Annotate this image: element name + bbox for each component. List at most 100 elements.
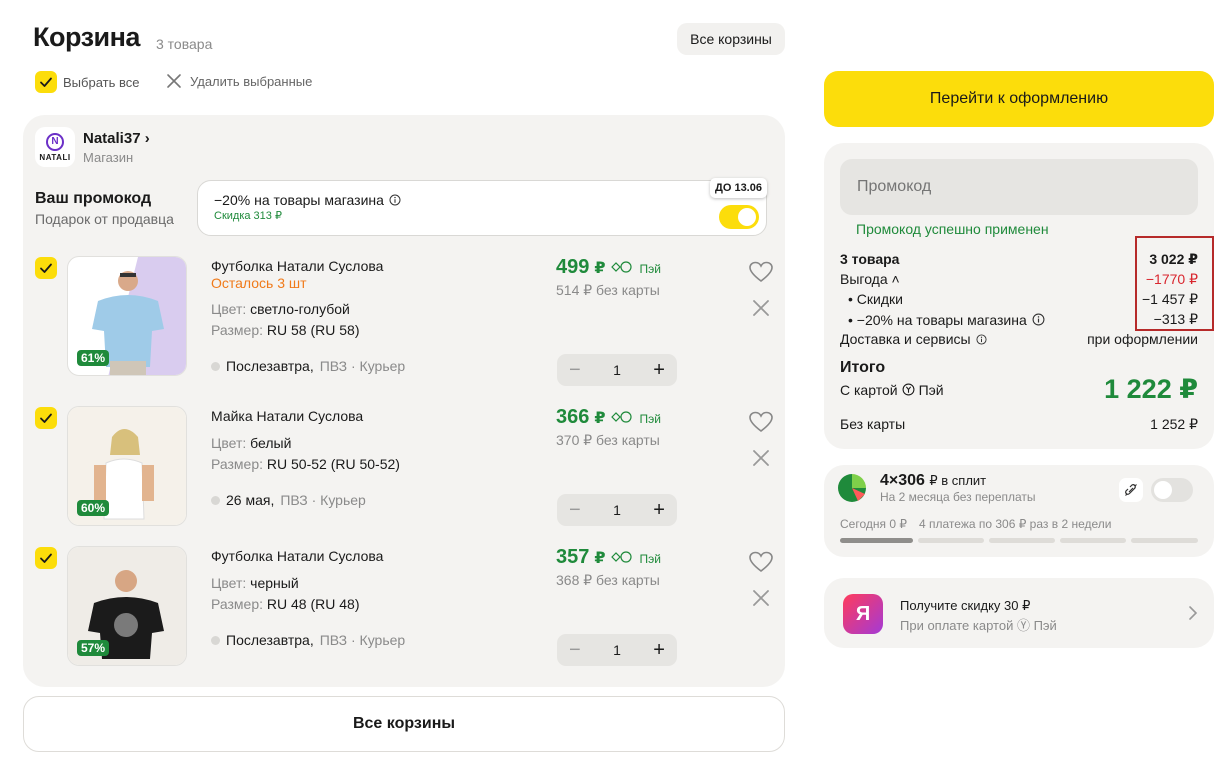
promo-text: −20% на товары магазина: [214, 192, 401, 208]
page-title: Корзина: [33, 22, 140, 52]
checkbox-checked-icon[interactable]: [35, 71, 57, 93]
quantity-stepper-2: − 1 +: [557, 494, 677, 526]
total-with-card-row: С картой Пэй 1 222 ₽: [840, 374, 1198, 404]
chevron-right-icon[interactable]: [1186, 605, 1200, 621]
summary-delivery-row: Доставка и сервисы при оформлении: [840, 331, 1198, 347]
close-icon: [167, 74, 181, 88]
card-offer-title: Получите скидку 30 ₽: [900, 598, 1031, 613]
promo-box: [197, 180, 767, 236]
promo-text-label: −20% на товары магазина: [214, 192, 384, 208]
split-title: 4×306 ₽ в сплит: [880, 472, 987, 489]
quantity-stepper-1: − 1 +: [557, 354, 677, 386]
split-plan: 4 платежа по 306 ₽ раз в 2 недели: [919, 517, 1112, 531]
heart-icon[interactable]: [749, 551, 773, 573]
item-delivery-3: Послезавтра, ПВЗ · Курьер: [211, 632, 405, 648]
item-image-1[interactable]: 61%: [67, 256, 187, 376]
item-stock-1: Осталось 3 шт: [211, 275, 307, 291]
info-icon[interactable]: [1032, 313, 1045, 326]
minus-icon[interactable]: −: [569, 359, 581, 382]
check-icon: [40, 553, 52, 563]
check-icon: [40, 413, 52, 423]
item-size-3: Размер: RU 48 (RU 48): [211, 596, 360, 612]
remove-icon[interactable]: [751, 588, 771, 608]
item-size-value: RU 50-52 (RU 50-52): [266, 456, 400, 472]
item-color-2: Цвет: белый: [211, 435, 292, 451]
item-delivery-1: Послезавтра, ПВЗ · Курьер: [211, 358, 405, 374]
info-icon[interactable]: [976, 333, 987, 345]
item-price-3: 357 ₽ Пэй: [556, 546, 661, 568]
item-price-nocard-1: 514 ₽ без карты: [556, 282, 660, 298]
promo-discount: Скидка 313 ₽: [214, 210, 282, 222]
minus-icon[interactable]: −: [569, 639, 581, 662]
discount-badge: 60%: [77, 500, 110, 516]
split-progress-5: [1131, 538, 1198, 543]
promo-subtitle: Подарок от продавца: [35, 211, 174, 227]
promo-title: Ваш промокод: [35, 190, 152, 207]
all-carts-button[interactable]: Все корзины: [677, 23, 785, 55]
split-subtitle: На 2 месяца без переплаты: [880, 490, 1036, 504]
promo-code-input[interactable]: [840, 159, 1198, 215]
minus-icon[interactable]: −: [569, 499, 581, 522]
highlight-box: [1135, 236, 1214, 331]
item-color-3: Цвет: черный: [211, 575, 299, 591]
item-name-3[interactable]: Футболка Натали Суслова: [211, 548, 383, 564]
item-size-1: Размер: RU 58 (RU 58): [211, 322, 360, 338]
item-color-value: светло-голубой: [250, 301, 350, 317]
link-off-icon: [1125, 484, 1137, 496]
item-size-value: RU 58 (RU 58): [266, 322, 360, 338]
item-image-3[interactable]: 57%: [67, 546, 187, 666]
card-offer-subtitle: При оплате картой Ⓨ Пэй: [900, 618, 1057, 633]
remove-icon[interactable]: [751, 298, 771, 318]
item-size-value: RU 48 (RU 48): [266, 596, 360, 612]
quantity-value: 1: [613, 362, 621, 378]
item-image-2[interactable]: 60%: [67, 406, 187, 526]
plus-icon[interactable]: +: [653, 499, 665, 522]
promo-until-badge: ДО 13.06: [710, 178, 767, 198]
plus-icon[interactable]: +: [653, 359, 665, 382]
all-carts-bottom-button[interactable]: Все корзины: [23, 696, 785, 752]
item-checkbox-1[interactable]: [35, 257, 57, 279]
total-value: 1 222 ₽: [1104, 374, 1198, 404]
shop-logo[interactable]: N NATALI: [35, 127, 75, 167]
item-price-nocard-3: 368 ₽ без карты: [556, 572, 660, 588]
checkout-button[interactable]: Перейти к оформлению: [824, 71, 1214, 127]
item-size-2: Размер: RU 50-52 (RU 50-52): [211, 456, 400, 472]
item-name-2[interactable]: Майка Натали Суслова: [211, 408, 363, 424]
item-checkbox-3[interactable]: [35, 547, 57, 569]
item-price-2: 366 ₽ Пэй: [556, 406, 661, 428]
heart-icon[interactable]: [749, 261, 773, 283]
item-checkbox-2[interactable]: [35, 407, 57, 429]
info-icon[interactable]: [389, 194, 401, 206]
quantity-value: 1: [613, 502, 621, 518]
heart-icon[interactable]: [749, 411, 773, 433]
pay-logo-icon: [902, 383, 915, 396]
select-all[interactable]: Выбрать все: [35, 71, 139, 93]
shop-logo-mark: N: [46, 132, 64, 151]
split-progress-1: [840, 538, 913, 543]
item-color-value: черный: [250, 575, 299, 591]
discount-badge: 57%: [77, 640, 110, 656]
item-color-value: белый: [250, 435, 292, 451]
item-delivery-2: 26 мая, ПВЗ · Курьер: [211, 492, 366, 508]
pay-card-icon: [610, 411, 632, 423]
plus-icon[interactable]: +: [653, 639, 665, 662]
split-link-button[interactable]: [1119, 478, 1143, 502]
split-today: Сегодня 0 ₽: [840, 517, 907, 531]
split-toggle[interactable]: [1151, 478, 1193, 502]
split-progress-3: [989, 538, 1055, 543]
ya-logo: Я: [843, 594, 883, 634]
delete-selected-button[interactable]: Удалить выбранные: [166, 73, 312, 89]
delete-selected-label: Удалить выбранные: [190, 73, 313, 89]
promo-toggle[interactable]: [719, 205, 759, 229]
remove-icon[interactable]: [751, 448, 771, 468]
quantity-value: 1: [613, 642, 621, 658]
item-color-1: Цвет: светло-голубой: [211, 301, 350, 317]
discount-badge: 61%: [77, 350, 110, 366]
pay-card-icon: [610, 261, 632, 273]
shop-name-link[interactable]: Natali37 ›: [83, 130, 150, 147]
split-logo-icon: [838, 474, 866, 502]
status-dot-icon: [211, 361, 220, 371]
promo-success: Промокод успешно применен: [856, 221, 1049, 237]
item-price-nocard-2: 370 ₽ без карты: [556, 432, 660, 448]
item-name-1[interactable]: Футболка Натали Суслова: [211, 258, 383, 274]
